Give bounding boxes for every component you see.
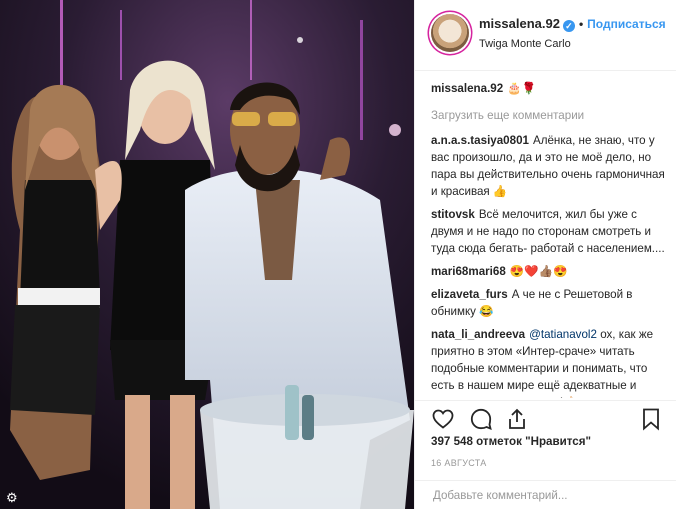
verified-badge-icon: ✓ [562,20,575,32]
comment-username[interactable]: nata_li_andreeva [431,328,525,341]
caption-username[interactable]: missalena.92 [431,82,503,95]
post-side-panel: missalena.92 ✓ • Подписаться Twiga Monte Ca… [414,0,676,509]
comment-username[interactable]: mari68mari68 [431,265,506,278]
comment-item: elizaveta_furs А че не с Решетовой в обни… [431,286,669,320]
caption-text: 🎂🌹 [507,82,537,95]
add-comment-input[interactable] [431,488,665,503]
post-date: 16 АВГУСТА [431,458,487,468]
location-link[interactable]: Twiga Monte Carlo [479,38,571,50]
likes-count[interactable]: 397 548 отметок "Нравится" [431,435,591,448]
header-user-line: missalena.92 ✓ • Подписаться [479,16,666,32]
author-username[interactable]: missalena.92 [479,16,560,31]
photo-corner-gear-icon[interactable]: ⚙ [6,491,20,505]
comment-item: nata_li_andreeva @tatianavol2 ох, как же … [431,326,669,398]
comment-item: a.n.a.s.tasiya0801 Алёнка, не знаю, что у… [431,132,669,200]
comment-text: 😍❤️👍🏽😍 [509,265,568,278]
add-comment-bar [415,480,676,510]
comment-username[interactable]: stitovsk [431,208,475,221]
share-icon[interactable] [505,407,529,431]
header-separator: • [578,17,584,31]
post-caption: missalena.92 🎂🌹 [431,80,669,97]
photo-illustration [0,0,414,509]
comment-mention-link[interactable]: @tatianavol2 [529,328,597,341]
comment-bubble-icon[interactable] [469,407,493,431]
post-actions-bar [415,400,676,435]
comment-username[interactable]: elizaveta_furs [431,288,508,301]
comment-item: stitovsk Всё мелочится, жил бы уже с двум… [431,206,669,257]
save-bookmark-icon[interactable] [639,407,663,431]
like-heart-icon[interactable] [431,407,455,431]
comment-item: mari68mari68 😍❤️👍🏽😍 [431,263,669,280]
instagram-post: ⚙ missalena.92 ✓ • Подписаться Twiga Monte … [0,0,676,509]
post-header: missalena.92 ✓ • Подписаться Twiga Monte Ca… [415,0,676,71]
load-more-comments-button[interactable]: Загрузить еще комментарии [431,107,669,124]
comment-username[interactable]: a.n.a.s.tasiya0801 [431,134,529,147]
follow-button[interactable]: Подписаться [587,17,665,31]
comments-list[interactable]: missalena.92 🎂🌹 Загрузить еще комментарии… [431,80,669,398]
avatar[interactable] [431,14,469,52]
post-photo[interactable]: ⚙ [0,0,414,509]
